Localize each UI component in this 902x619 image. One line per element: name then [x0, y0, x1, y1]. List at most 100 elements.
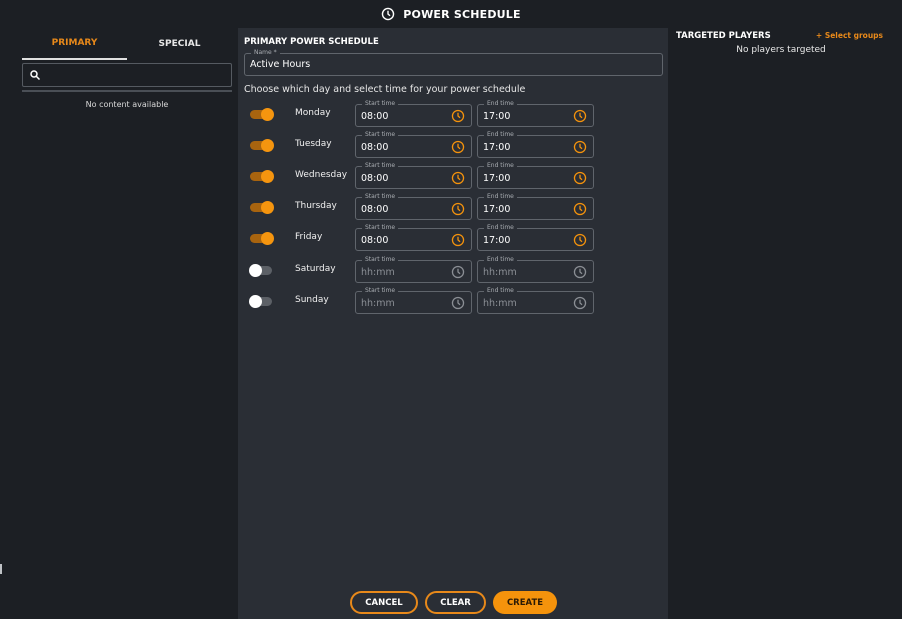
start-time-label: Start time	[362, 254, 399, 265]
toggle-thumb	[261, 232, 274, 246]
day-toggle[interactable]	[249, 263, 274, 277]
end-time-value[interactable]: hh:mm	[483, 298, 517, 309]
section-title: PRIMARY POWER SCHEDULE	[244, 37, 379, 47]
day-label: Monday	[295, 108, 331, 118]
start-time-field[interactable]: Start time 08:00	[355, 130, 472, 159]
sidebar-edge-handle[interactable]	[0, 564, 2, 574]
start-time-label: Start time	[362, 285, 399, 296]
start-time-field[interactable]: Start time 08:00	[355, 192, 472, 221]
start-time-label: Start time	[362, 99, 399, 109]
start-time-value[interactable]: hh:mm	[361, 267, 395, 278]
day-row-saturday: Saturday Start time hh:mm End time hh:mm	[238, 254, 668, 283]
day-label: Thursday	[295, 201, 337, 212]
targeted-players-title: TARGETED PLAYERS	[676, 31, 771, 41]
instructions-text: Choose which day and select time for you…	[244, 84, 526, 95]
clock-icon[interactable]	[451, 202, 465, 216]
end-time-label: End time	[484, 254, 517, 265]
clock-icon[interactable]	[573, 296, 587, 310]
clock-icon	[382, 7, 395, 21]
schedule-list-panel: PRIMARY SPECIAL No content available	[0, 28, 238, 619]
clock-icon[interactable]	[573, 109, 587, 123]
clear-button[interactable]: CLEAR	[425, 591, 486, 614]
end-time-value[interactable]: 17:00	[483, 204, 510, 215]
start-time-field[interactable]: Start time 08:00	[355, 161, 472, 190]
name-field-value[interactable]: Active Hours	[250, 59, 310, 70]
end-time-value[interactable]: hh:mm	[483, 267, 517, 278]
start-time-label: Start time	[362, 192, 399, 203]
end-time-value[interactable]: 17:00	[483, 111, 510, 122]
day-row-tuesday: Tuesday Start time 08:00 End time 17:00	[238, 130, 668, 159]
no-players-message: No players targeted	[736, 45, 826, 55]
end-time-value[interactable]: 17:00	[483, 142, 510, 153]
tab-special[interactable]: SPECIAL	[127, 28, 232, 60]
create-button[interactable]: CREATE	[493, 591, 557, 614]
start-time-value[interactable]: hh:mm	[361, 298, 395, 309]
clock-icon[interactable]	[573, 140, 587, 154]
day-toggle[interactable]	[250, 201, 274, 215]
start-time-value[interactable]: 08:00	[361, 204, 388, 215]
end-time-field[interactable]: End time 17:00	[477, 130, 594, 159]
clock-icon[interactable]	[451, 296, 465, 310]
day-toggle[interactable]	[250, 139, 274, 153]
search-icon	[30, 70, 41, 81]
day-row-friday: Friday Start time 08:00 End time 17:00	[238, 223, 668, 252]
end-time-field[interactable]: End time 17:00	[477, 161, 594, 190]
day-label: Wednesday	[295, 170, 348, 181]
start-time-label: Start time	[362, 223, 399, 234]
clock-icon[interactable]	[451, 265, 465, 279]
day-toggle[interactable]	[249, 294, 274, 308]
clock-icon[interactable]	[451, 109, 465, 123]
clock-icon[interactable]	[573, 265, 587, 279]
search-box[interactable]	[22, 63, 232, 87]
cancel-button[interactable]: CANCEL	[350, 591, 418, 614]
toggle-thumb	[261, 108, 274, 121]
end-time-label: End time	[484, 223, 517, 234]
start-time-field[interactable]: Start time 08:00	[355, 223, 472, 252]
day-row-thursday: Thursday Start time 08:00 End time 17:00	[238, 192, 668, 221]
day-row-monday: Monday Start time 08:00 End time 17:00	[238, 99, 668, 127]
clock-icon[interactable]	[451, 171, 465, 185]
tab-primary[interactable]: PRIMARY	[22, 28, 127, 60]
day-label: Saturday	[295, 263, 336, 274]
day-toggle[interactable]	[250, 108, 274, 121]
empty-list-message: No content available	[85, 100, 169, 109]
select-groups-link[interactable]: + Select groups	[816, 31, 883, 40]
name-field[interactable]: Name * Active Hours	[244, 48, 663, 76]
start-time-label: Start time	[362, 130, 399, 141]
end-time-field[interactable]: End time 17:00	[477, 99, 594, 127]
day-toggle[interactable]	[250, 170, 274, 184]
start-time-field[interactable]: Start time hh:mm	[355, 285, 472, 314]
day-label: Friday	[295, 232, 323, 243]
start-time-value[interactable]: 08:00	[361, 235, 388, 246]
end-time-field[interactable]: End time hh:mm	[477, 254, 594, 283]
toggle-thumb	[249, 263, 262, 277]
clock-icon[interactable]	[451, 233, 465, 247]
start-time-value[interactable]: 08:00	[361, 142, 388, 153]
page-header: POWER SCHEDULE	[0, 0, 902, 28]
toggle-thumb	[261, 139, 274, 153]
name-field-label: Name *	[251, 48, 280, 58]
end-time-value[interactable]: 17:00	[483, 173, 510, 184]
toggle-thumb	[261, 201, 274, 215]
clock-icon[interactable]	[573, 171, 587, 185]
start-time-value[interactable]: 08:00	[361, 173, 388, 184]
day-label: Tuesday	[295, 139, 332, 150]
clock-icon[interactable]	[573, 202, 587, 216]
start-time-value[interactable]: 08:00	[361, 111, 388, 122]
start-time-field[interactable]: Start time 08:00	[355, 99, 472, 127]
end-time-field[interactable]: End time hh:mm	[477, 285, 594, 314]
day-row-wednesday: Wednesday Start time 08:00 End time 17:00	[238, 161, 668, 190]
day-toggle[interactable]	[250, 232, 274, 246]
schedule-tabs: PRIMARY SPECIAL	[22, 28, 232, 60]
end-time-value[interactable]: 17:00	[483, 235, 510, 246]
end-time-field[interactable]: End time 17:00	[477, 192, 594, 221]
toggle-thumb	[249, 294, 262, 308]
search-input[interactable]	[47, 69, 231, 81]
clock-icon[interactable]	[451, 140, 465, 154]
page-title: POWER SCHEDULE	[403, 7, 521, 21]
start-time-field[interactable]: Start time hh:mm	[355, 254, 472, 283]
end-time-field[interactable]: End time 17:00	[477, 223, 594, 252]
day-row-sunday: Sunday Start time hh:mm End time hh:mm	[238, 285, 668, 314]
clock-icon[interactable]	[573, 233, 587, 247]
schedule-editor: PRIMARY POWER SCHEDULE Name * Active Hou…	[238, 28, 668, 619]
